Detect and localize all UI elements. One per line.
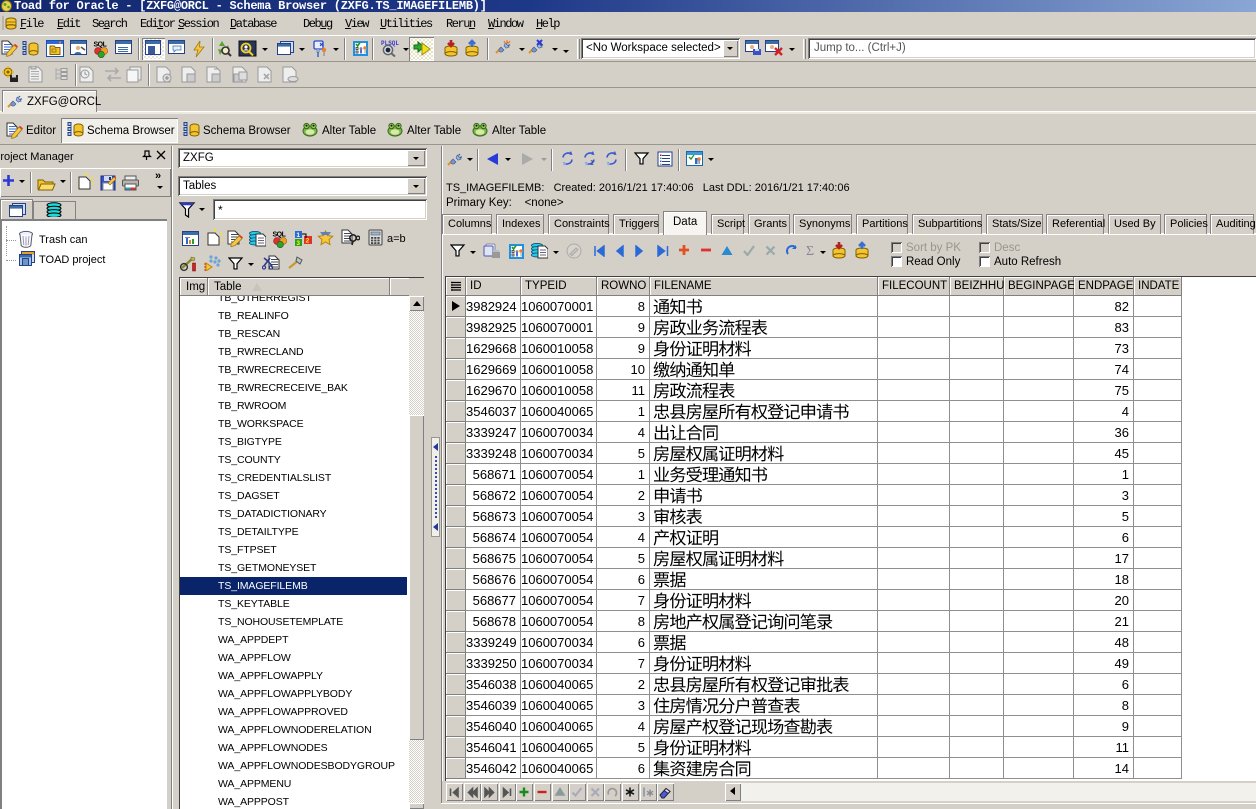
svg-text:3: 3	[296, 240, 300, 247]
svg-text:SQL: SQL	[94, 42, 108, 49]
svg-text:1: 1	[590, 160, 594, 167]
svg-text:Σ: Σ	[806, 244, 814, 257]
svg-text:1: 1	[296, 232, 300, 239]
svg-text:SQL: SQL	[273, 232, 287, 239]
svg-text:2: 2	[306, 238, 310, 245]
